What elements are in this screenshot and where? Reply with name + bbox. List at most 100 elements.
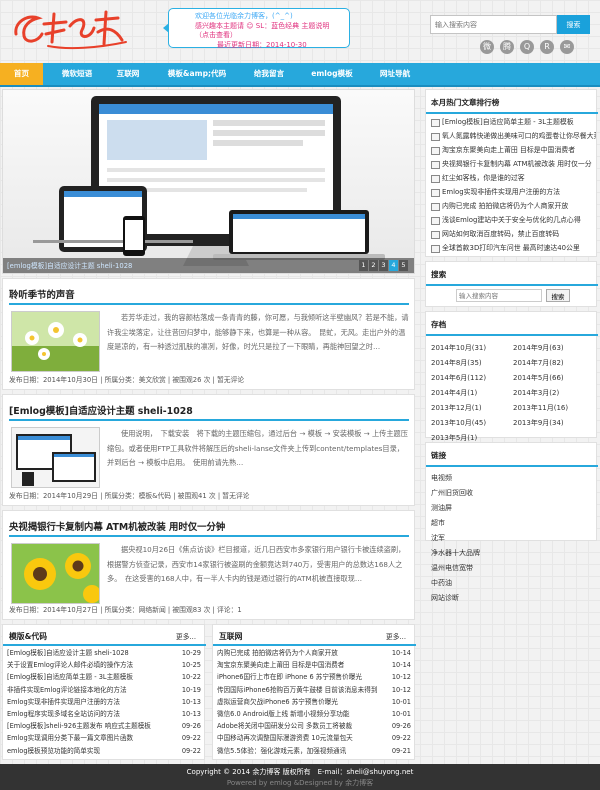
footer-powered-by: Powered by emlog &Designed by 余力博客 [226,779,374,787]
nav-item-templates[interactable]: 模板&amp;代码 [154,63,240,85]
list-item[interactable]: 微信5.5体验：强化游戏元素，加强视频通讯 09-21 [217,744,411,757]
main-nav: 首页 微软短语 互联网 模板&amp;代码 给我留言 emlog模板 网址导航 [0,63,600,87]
list-item[interactable]: 关于设置Emlog评论人邮件必填的操作方法 10-25 [7,659,201,672]
post-excerpt: 使用说明， 下载安装 将下载的主题压缩包，通过后台 → 模板 → 安装模板 → … [107,429,408,467]
nav-item-shorts[interactable]: 微软短语 [48,63,106,85]
post-title[interactable]: 央视揭银行卡复制内幕 ATM机被改装 用时仅一分钟 [9,519,225,533]
list-item[interactable]: 非插件实现Emlog评论链接本地化的方法 10-19 [7,683,201,696]
friend-link[interactable]: 超市 [431,518,515,533]
search-button[interactable]: 搜索 [557,15,590,34]
hot-post-link[interactable]: 淘宝京东聚美向走上莆田 目标是中国消费者 [428,143,596,157]
nav-item-emlog[interactable]: emlog模板 [298,63,366,85]
sidebar-search-input[interactable] [456,289,542,302]
notice-line[interactable]: 感兴趣本主题请 ☺ SL：蓝色经典 主题说明（点击查看） [195,22,343,41]
post-thumbnail[interactable] [11,311,100,372]
sidebar-search-button[interactable]: 搜索 [546,289,570,302]
list-item[interactable]: Emlog程序实现多域名全站访问的方法 10-13 [7,707,201,721]
archive-link[interactable]: 2014年6月(112) [431,373,513,388]
list-item[interactable]: 淘宝京东聚美向走上莆田 目标是中国消费者 10-14 [217,659,411,672]
hot-posts-list: [Emlog模板]自适应简单主题 - 3L主题模板 氧人氮露韩快递做出美味可口的… [428,115,596,255]
archive-link[interactable]: 2014年5月(66) [513,373,595,388]
header-search: 搜索 [430,15,590,34]
post-thumbnail[interactable] [11,427,100,488]
divider [9,535,409,537]
more-link[interactable]: 更多... [176,631,196,641]
slider-dot[interactable]: 2 [369,260,378,271]
friend-link[interactable]: 净水器十大品牌 [431,548,515,563]
slider-dot-active[interactable]: 4 [389,260,398,271]
archive-link[interactable]: 2014年4月(1) [431,388,513,403]
archive-link[interactable]: 2014年9月(63) [513,343,595,358]
friend-link[interactable]: 广州旧货回收 [431,488,515,503]
divider [213,644,416,646]
slide-caption[interactable]: [emlog模板]自适应设计主题 sheli-1028 [3,258,414,273]
list-item[interactable]: 内购已完成 拍拍微店将仍为个人商家开放 10-14 [217,647,411,660]
list-item[interactable]: 中国移动再次调整国际漫游资费 10元流量包天 09-22 [217,732,411,745]
friend-link[interactable]: 温州电信宽带 [431,563,515,578]
list-item[interactable]: [Emlog模板]自适应简单主题 - 3L主题模板 10-22 [7,671,201,684]
archive-link[interactable]: 2013年11月(16) [513,403,595,418]
slider-dot[interactable]: 5 [399,260,408,271]
more-link[interactable]: 更多... [386,631,406,641]
post-card: 央视揭银行卡复制内幕 ATM机被改装 用时仅一分钟 据央视10月26日《焦点访谈… [2,510,415,620]
archive-link[interactable]: 2014年3月(2) [513,388,595,403]
nav-item-home[interactable]: 首页 [0,63,43,85]
friend-link[interactable]: 电视频 [431,473,515,488]
slider-dot[interactable]: 1 [359,260,368,271]
archive-widget: 存档 2014年10月(31) 2014年9月(63) 2014年8月(35) 20… [425,311,598,442]
archive-link[interactable]: 2013年12月(1) [431,403,513,418]
search-input[interactable] [430,15,557,34]
post-title[interactable]: [Emlog模板]自适应设计主题 sheli-1028 [9,403,193,417]
hot-post-link[interactable]: 全球首款3D打印汽车问世 最高时速达40公里 [428,241,596,255]
weibo-icon[interactable]: 微 [480,40,494,54]
notice-line: 欢迎各位光临余力博客，(^_^) [195,12,293,20]
divider [9,303,409,305]
hot-post-link[interactable]: 网站如何取消百度转码，禁止百度转码 [428,227,596,241]
list-item[interactable]: 传因国际iPhone6抢购百万黄牛鼓楼 目前该消息未得到 10-12 [217,683,411,696]
qq-icon[interactable]: Q [520,40,534,54]
archive-link[interactable]: 2014年10月(31) [431,343,513,358]
hot-post-link[interactable]: 红尘如客栈，你是谁的过客 [428,171,596,185]
nav-item-directory[interactable]: 网址导航 [366,63,424,85]
post-excerpt: 据央视10月26日《焦点访谈》栏目报道，近几日西安市多家银行用户银行卡被连续盗刷… [107,545,406,583]
hot-post-link[interactable]: 内购已完成 拍拍微店将仍为个人商家开放 [428,199,596,213]
friend-link[interactable]: 测油屏 [431,503,515,518]
list-item[interactable]: Adobe将关闭中国研发分公司 多数员工将被裁 09-26 [217,720,411,733]
hot-post-link[interactable]: 氧人氮露韩快递做出美味可口的鸡蛋卷让你尽餐大菜 [428,129,596,143]
archive-link[interactable]: 2014年7月(82) [513,358,595,373]
featured-slider[interactable]: [emlog模板]自适应设计主题 sheli-1028 12345 [2,89,415,274]
nav-item-internet[interactable]: 互联网 [106,63,150,85]
tencent-weibo-icon[interactable]: 腾 [500,40,514,54]
site-logo[interactable] [8,4,138,54]
hot-post-link[interactable]: Emlog实现非插件实现用户注册的方法 [428,185,596,199]
archive-link[interactable]: 2013年9月(34) [513,418,595,433]
slide-image [3,90,414,273]
list-item[interactable]: [Emlog模板]sheli-926主题发布 响应式主题模板 09-26 [7,720,201,733]
friend-link[interactable]: 中药油 [431,578,515,593]
list-item[interactable]: 微信6.0 Android版上线 新增小视频分享功能 10-01 [217,707,411,721]
archive-link[interactable]: 2013年10月(45) [431,418,513,433]
list-item[interactable]: Emlog实现非插件实现用户注册的方法 10-13 [7,695,201,708]
post-meta: 发布日期：2014年10月30日 | 所属分类：美文欣赏 | 被围观26 次 |… [9,376,245,384]
mail-icon[interactable]: ✉ [560,40,574,54]
archive-link[interactable]: 2014年8月(35) [431,358,513,373]
list-item[interactable]: Emlog实现调用分类下最一篇文章图片函数 09-22 [7,732,201,745]
hot-post-link[interactable]: 浅谈Emlog建站中关于安全与优化的几点心得 [428,213,596,227]
friend-link[interactable]: 沈军 [431,533,515,548]
list-item[interactable]: [Emlog模板]自适应设计主题 sheli-1028 10-29 [7,647,201,660]
hot-post-link[interactable]: 央视揭银行卡复制内幕 ATM机被改装 用时仅一分 [428,157,596,171]
list-item[interactable]: 虚拟运营商欠战iPhone6 苏宁预售价曝光 10-01 [217,695,411,708]
friend-link[interactable]: 网站诊断 [431,593,515,608]
post-title[interactable]: 聆听季节的声音 [9,287,75,301]
list-item[interactable]: emlog模板预览功能的简单实现 09-22 [7,744,201,757]
list-item[interactable]: iPhone6国行上市在即 iPhone 6 苏宁预售价曝光 10-12 [217,671,411,684]
post-thumbnail[interactable] [11,543,100,604]
divider [426,284,598,286]
slider-dot[interactable]: 3 [379,260,388,271]
widget-title: 存档 [431,320,447,329]
archive-list: 2014年10月(31) 2014年9月(63) 2014年8月(35) 2014年… [431,343,595,448]
nav-item-guestbook[interactable]: 给我留言 [240,63,298,85]
rss-icon[interactable]: R [540,40,554,54]
post-excerpt: 若芳华走过，我的容颜枯落成一条青青的藤，你可愿，与我倾听这半壁幽风？若是不能，请… [107,313,409,351]
hot-post-link[interactable]: [Emlog模板]自适应简单主题 - 3L主题模板 [428,115,596,129]
